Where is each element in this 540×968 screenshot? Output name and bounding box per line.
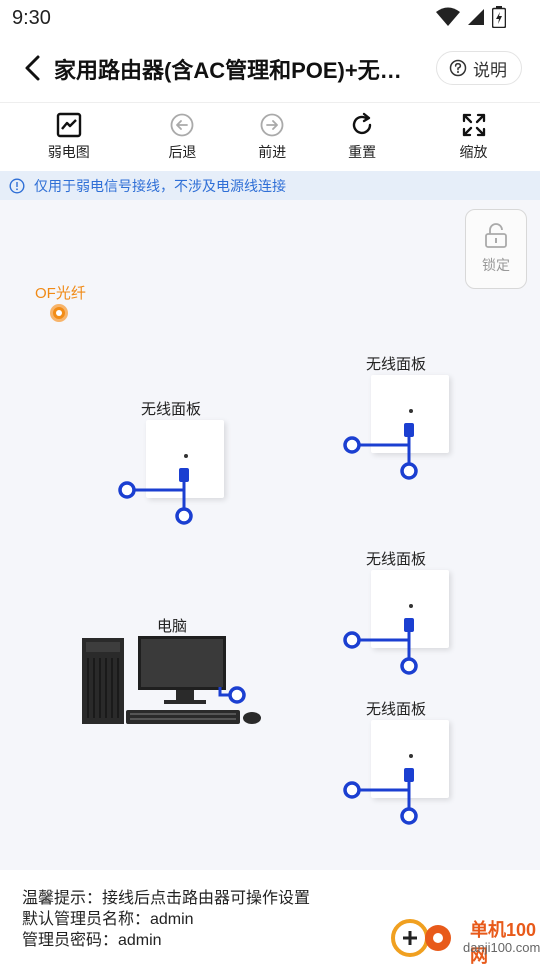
signal-icon	[468, 9, 484, 25]
tool-diagram-label: 弱电图	[47, 144, 90, 160]
help-button[interactable]: 说明	[436, 51, 522, 85]
arrow-left-circle-icon	[171, 113, 194, 137]
expand-arrows-icon	[462, 113, 485, 137]
tool-diagram[interactable]: 弱电图	[0, 103, 138, 171]
device-label: 无线面板	[366, 551, 427, 568]
device-label: 无线面板	[366, 356, 427, 373]
info-notice: 仅用于弱电信号接线，不涉及电源线连接	[0, 171, 540, 200]
refresh-icon	[352, 112, 372, 135]
tool-zoom[interactable]: 缩放	[407, 103, 540, 171]
status-icons	[436, 6, 506, 28]
chart-icon	[56, 112, 81, 138]
wireless-panel-device[interactable]	[371, 375, 449, 453]
computer-device[interactable]	[80, 634, 265, 729]
page-title: 家用路由器(含AC管理和POE)+无…	[54, 58, 402, 83]
tool-zoom-label: 缩放	[459, 144, 488, 160]
device-label: 无线面板	[141, 401, 202, 418]
chevron-left-icon	[25, 55, 40, 81]
tool-reset[interactable]: 重置	[317, 103, 407, 171]
fiber-port[interactable]	[50, 304, 68, 322]
device-label: 无线面板	[366, 701, 427, 718]
wireless-panel-device[interactable]	[371, 720, 449, 798]
arrow-right-circle-icon	[260, 113, 284, 137]
tool-undo[interactable]: 后退	[138, 103, 228, 171]
tip-line-3: 管理员密码：admin	[22, 932, 162, 949]
toolbar: 弱电图 后退 前进 重置 缩放	[0, 103, 540, 171]
tool-reset-label: 重置	[348, 144, 377, 160]
wireless-panel-device[interactable]	[146, 420, 224, 498]
wireless-panel-device[interactable]	[371, 570, 449, 648]
lock-label: 锁定	[482, 257, 510, 273]
unlock-icon	[485, 223, 507, 248]
device-label: 电脑	[157, 618, 188, 635]
info-icon	[9, 177, 25, 194]
tool-redo[interactable]: 前进	[227, 103, 317, 171]
watermark-logo-icon	[391, 919, 451, 957]
lock-button[interactable]: 锁定	[465, 209, 527, 289]
notice-text: 仅用于弱电信号接线，不涉及电源线连接	[34, 177, 286, 194]
help-label: 说明	[473, 60, 507, 80]
tool-undo-label: 后退	[168, 144, 197, 160]
wifi-icon	[436, 7, 460, 26]
watermark-url: danji100.com	[463, 940, 540, 955]
status-time: 9:30	[12, 7, 51, 29]
fiber-label: OF光纤	[35, 285, 86, 302]
status-bar: 9:30	[0, 0, 540, 36]
back-button[interactable]	[18, 52, 50, 84]
battery-icon	[492, 6, 506, 28]
question-circle-icon	[449, 59, 467, 77]
header: 家用路由器(含AC管理和POE)+无… 说明	[0, 36, 540, 103]
tool-redo-label: 前进	[258, 144, 287, 160]
